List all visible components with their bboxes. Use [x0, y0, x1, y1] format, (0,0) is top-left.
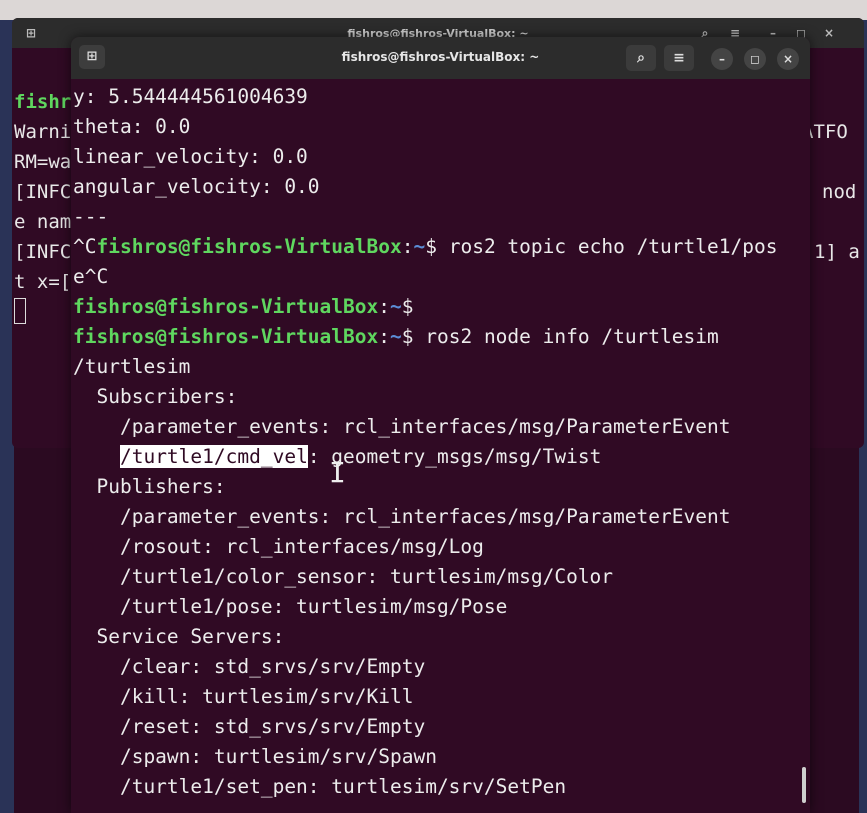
prompt-path: ~ — [413, 235, 426, 258]
command-line: ^Cfishros@fishros-VirtualBox:~$ ros2 top… — [73, 232, 777, 262]
section-header: Subscribers: — [73, 385, 238, 408]
terminal-line: angular_velocity: 0.0 — [73, 175, 320, 198]
terminal-line: theta: 0.0 — [73, 115, 191, 138]
terminal-line: /parameter_events: rcl_interfaces/msg/Pa… — [73, 505, 731, 528]
terminal-line: [INFC — [14, 181, 72, 203]
terminal-line: --- — [73, 205, 109, 228]
terminal-line: t x=[ — [14, 271, 72, 293]
terminal-line: /turtlesim — [73, 355, 191, 378]
terminal-line: /reset: std_srvs/srv/Empty — [73, 715, 426, 738]
prompt-separator: : — [378, 295, 390, 318]
prompt-dollar: $ — [401, 325, 414, 348]
command-text: ros2 node info /turtlesim — [413, 325, 719, 348]
terminal-line: /kill: turtlesim/srv/Kill — [73, 685, 414, 708]
command-line: fishros@fishros-VirtualBox:~$ — [73, 292, 414, 322]
section-header: Publishers: — [73, 475, 226, 498]
terminal-line: /turtle1/color_sensor: turtlesim/msg/Col… — [73, 565, 614, 588]
terminal-line: e^C — [73, 265, 109, 288]
terminal-fragment: nod — [822, 181, 857, 203]
terminal-window[interactable]: ⊞ fishros@fishros-VirtualBox: ~ ⌕ ≡ – ◻ … — [71, 37, 810, 813]
scrollbar[interactable] — [802, 767, 806, 803]
terminal-line: fishr — [14, 91, 72, 113]
prompt-user: fishros@fishros-VirtualBox — [73, 295, 379, 318]
prompt-user: fishros@fishros-VirtualBox — [73, 325, 379, 348]
ctrl-c-text: ^C — [73, 235, 97, 258]
menu-icon[interactable]: ≡ — [664, 45, 694, 71]
terminal-line: e nam — [14, 211, 72, 233]
command-line: fishros@fishros-VirtualBox:~$ ros2 node … — [73, 322, 719, 352]
close-icon[interactable]: × — [818, 23, 840, 43]
prompt-path: ~ — [390, 325, 402, 348]
selected-text[interactable]: /turtle1/cmd_vel — [119, 445, 308, 468]
terminal-line: y: 5.544444561004639 — [73, 85, 308, 108]
terminal-line: /turtle1/set_pen: turtlesim/srv/SetPen — [73, 775, 567, 798]
terminal-line: [INFC — [14, 241, 72, 263]
search-icon[interactable]: ⌕ — [626, 45, 656, 71]
prompt-path: ~ — [390, 295, 402, 318]
command-text: ros2 topic echo /turtle1/pos — [436, 235, 778, 258]
prompt-dollar: $ — [425, 235, 437, 258]
terminal-line: /spawn: turtlesim/srv/Spawn — [73, 745, 437, 768]
text-cursor-icon: I — [329, 456, 346, 489]
close-icon[interactable]: × — [777, 48, 799, 70]
window-titlebar[interactable]: ⊞ fishros@fishros-VirtualBox: ~ ⌕ ≡ – ◻ … — [71, 37, 810, 79]
terminal-line: /turtle1/pose: turtlesim/msg/Pose — [73, 595, 508, 618]
terminal-line: /rosout: rcl_interfaces/msg/Log — [73, 535, 484, 558]
window-title: fishros@fishros-VirtualBox: ~ — [341, 50, 540, 64]
terminal-line: linear_velocity: 0.0 — [73, 145, 308, 168]
prompt-user: fishros@fishros-VirtualBox — [96, 235, 402, 258]
maximize-icon[interactable]: ◻ — [744, 48, 766, 70]
terminal-output[interactable]: y: 5.544444561004639 theta: 0.0 linear_v… — [71, 79, 810, 813]
terminal-cursor — [14, 298, 26, 324]
terminal-text: : geometry_msgs/msg/Twist — [307, 445, 602, 468]
terminal-line: /parameter_events: rcl_interfaces/msg/Pa… — [73, 415, 731, 438]
minimize-icon[interactable]: – — [711, 48, 733, 70]
terminal-line: /clear: std_srvs/srv/Empty — [73, 655, 426, 678]
prompt-separator: : — [401, 235, 414, 258]
section-header: Service Servers: — [73, 625, 285, 648]
terminal-line: RM=wa — [14, 151, 72, 173]
desktop-top-bar — [0, 0, 867, 20]
terminal-fragment: 1] a — [814, 241, 860, 263]
prompt-dollar: $ — [401, 295, 414, 318]
terminal-line: Warni — [14, 121, 72, 143]
prompt-separator: : — [378, 325, 390, 348]
